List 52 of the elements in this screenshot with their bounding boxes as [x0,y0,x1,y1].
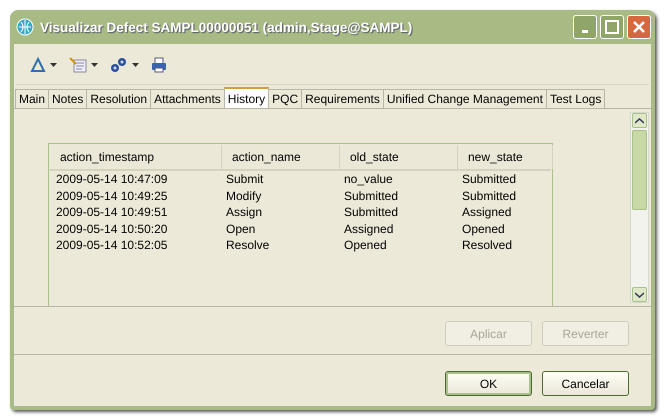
scroll-up-button[interactable] [632,113,647,128]
maximize-icon [605,20,619,34]
triangle-icon[interactable] [30,57,46,73]
dropdown-icon[interactable] [132,63,139,67]
table-cell-text: Submitted [343,188,400,204]
scroll-thumb[interactable] [632,130,647,210]
cancel-button[interactable]: Cancelar [542,371,629,396]
column-header[interactable]: action_name [222,145,340,169]
table-cell-text: Assigned [343,220,394,237]
table-cell-text: Submitted [343,204,400,220]
minimize-icon [582,30,588,32]
tab[interactable]: Main [15,89,50,108]
table-cell-text: Opened [343,237,388,254]
window-title: Visualizar Defect SAMPL00000051 (admin,Stage@SAMPL) [40,20,412,34]
table-cell-text: 2009-05-14 10:52:05 [55,237,168,254]
table-cell-text: no_value [343,171,394,188]
table-cell-text: 2009-05-14 10:49:51 [55,204,168,220]
globe-icon [16,18,34,36]
chevron-up-icon [635,118,644,124]
table-cell-text: Modify [225,188,262,204]
minimize-button[interactable] [573,15,597,39]
table-cell-text: Resolved [461,237,514,254]
scroll-down-button[interactable] [632,287,647,302]
table-cell-text: Assigned [461,204,512,220]
table-cell-text: 2009-05-14 10:49:25 [55,188,168,204]
table-cell-text: 2009-05-14 10:47:09 [55,171,168,188]
scrollbar[interactable] [630,112,649,303]
close-button[interactable] [627,15,651,39]
table-cell-text: Open [225,220,256,237]
table-cell-text: Submitted [461,188,518,204]
ok-button[interactable]: OK [445,371,532,396]
column-header[interactable]: new_state [458,145,553,169]
column-header[interactable]: old_state [340,145,458,169]
maximize-button[interactable] [600,15,624,39]
dropdown-icon[interactable] [91,63,98,67]
table-cell-text: Opened [461,220,506,237]
gears-icon[interactable] [110,56,128,74]
table-cell-text: Submit [225,171,264,188]
chevron-down-icon [635,292,644,298]
table-cell-text: Assign [225,204,264,220]
close-icon [632,20,646,34]
tab[interactable]: Unified Change Management [382,89,547,108]
tab[interactable]: History [224,87,270,108]
tab[interactable]: Requirements [301,89,384,108]
tab[interactable]: PQC [268,89,302,108]
dropdown-icon[interactable] [50,63,57,67]
tab[interactable]: Test Logs [546,89,606,108]
table-cell-text: Submitted [461,171,518,188]
table-cell-text: Resolve [225,237,270,254]
printer-icon[interactable] [151,57,167,73]
column-header[interactable]: action_timestamp [50,145,222,169]
table-cell-text: 2009-05-14 10:50:20 [55,220,168,237]
